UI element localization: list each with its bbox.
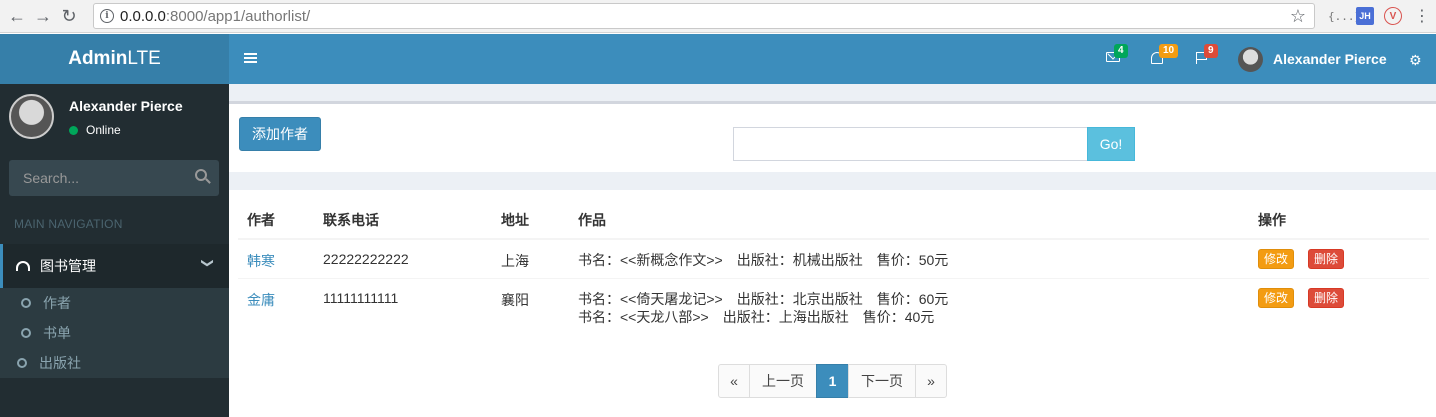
submenu: 作者 书单 出版社 (0, 288, 229, 378)
search-input[interactable] (733, 127, 1088, 161)
edit-button[interactable]: 修改 (1258, 287, 1295, 308)
actions-cell: 修改 删除 (1249, 277, 1429, 334)
chevron-down-icon: ❯ (200, 257, 215, 269)
last-page-button[interactable]: » (915, 364, 947, 398)
notifications-button[interactable]: 10 (1151, 44, 1179, 64)
column-header-phone: 联系电话 (314, 202, 492, 240)
author-link[interactable]: 金庸 (247, 292, 275, 308)
sidebar-user-name: Alexander Pierce (69, 98, 183, 114)
column-header-actions: 操作 (1249, 202, 1429, 240)
works-cell: 书名：<<新概念作文>> 出版社：机械出版社 售价：50元 (569, 238, 1249, 278)
sidebar-toggle-icon[interactable] (244, 53, 257, 65)
reload-icon[interactable]: ↻ (56, 3, 82, 29)
table-row: 韩寒 22222222222 上海 书名：<<新概念作文>> 出版社：机械出版社售… (238, 238, 1429, 278)
content-divider (229, 172, 1436, 190)
circle-icon (17, 358, 27, 368)
address-cell: 襄阳 (492, 277, 569, 334)
user-panel: Alexander Pierce Online (0, 84, 229, 154)
back-arrow-icon[interactable]: ← (4, 3, 30, 29)
status-dot-icon (69, 125, 78, 135)
tasks-button[interactable]: 9 (1196, 44, 1218, 64)
app-logo[interactable]: Admin LTE (0, 34, 229, 84)
edit-button[interactable]: 修改 (1258, 249, 1295, 269)
info-icon[interactable]: i (100, 9, 114, 23)
content-area: 添加作者 Go! 作者 联系电话 地址 作品 操作 韩寒 22222222222… (229, 84, 1436, 417)
dashboard-icon (16, 261, 30, 271)
forward-arrow-icon[interactable]: → (30, 3, 56, 29)
sidebar-search-input[interactable]: Search... (9, 160, 219, 196)
sidebar-item-book-management[interactable]: 图书管理 ❯ (0, 244, 229, 288)
browser-menu-icon[interactable]: ⋮ (1414, 7, 1430, 25)
actions-cell: 修改 删除 (1249, 238, 1429, 278)
sidebar-item-books[interactable]: 书单 (0, 318, 229, 348)
jh-extension-icon[interactable]: JH (1356, 7, 1374, 25)
pagination: « 上一页 1 下一页 » (718, 364, 947, 398)
work-item: 书名：<<新概念作文>> 出版社：机械出版社 售价：50元 (578, 252, 949, 268)
author-link[interactable]: 韩寒 (247, 253, 275, 269)
column-header-author: 作者 (238, 202, 314, 240)
content-divider (229, 84, 1436, 104)
sidebar-item-authors[interactable]: 作者 (0, 288, 229, 318)
column-header-works: 作品 (569, 202, 1249, 240)
current-page-button[interactable]: 1 (816, 364, 849, 398)
address-cell: 上海 (492, 238, 569, 278)
avatar (9, 94, 54, 139)
delete-button[interactable]: 删除 (1308, 287, 1345, 308)
next-page-button[interactable]: 下一页 (848, 364, 916, 398)
search-icon[interactable] (195, 169, 207, 181)
sidebar: Admin LTE Alexander Pierce Online Search.… (0, 34, 229, 417)
circle-icon (21, 328, 31, 338)
previous-page-button[interactable]: 上一页 (749, 364, 817, 398)
header-avatar[interactable] (1238, 47, 1263, 72)
add-author-button[interactable]: 添加作者 (239, 117, 321, 151)
delete-button[interactable]: 删除 (1308, 249, 1345, 269)
messages-button[interactable]: 4 (1106, 44, 1128, 62)
online-status[interactable]: Online (69, 123, 121, 137)
first-page-button[interactable]: « (718, 364, 750, 398)
header-user-name[interactable]: Alexander Pierce (1273, 51, 1387, 67)
bookmark-star-icon[interactable]: ☆ (1290, 6, 1306, 27)
notifications-badge: 10 (1159, 44, 1179, 58)
phone-cell: 22222222222 (314, 238, 492, 278)
address-bar[interactable]: i 0.0.0.0:8000/app1/authorlist/ ☆ (93, 3, 1315, 29)
gears-icon[interactable]: ⚙ (1409, 52, 1422, 69)
works-cell: 书名：<<倚天屠龙记>> 出版社：北京出版社 售价：60元 书名：<<天龙八部>> 出… (569, 277, 1249, 334)
column-header-address: 地址 (492, 202, 569, 240)
browser-toolbar: ← → ↻ i 0.0.0.0:8000/app1/authorlist/ ☆ … (0, 0, 1436, 33)
table-header-row: 作者 联系电话 地址 作品 操作 (238, 202, 1429, 240)
circle-icon (21, 298, 31, 308)
vivaldi-extension-icon[interactable]: V (1384, 7, 1402, 25)
url-text[interactable]: 0.0.0.0:8000/app1/authorlist/ (120, 8, 310, 25)
nav-header: MAIN NAVIGATION (14, 217, 123, 231)
work-item: 书名：<<天龙八部>> 出版社：上海出版社 售价：40元 (578, 308, 935, 325)
messages-badge: 4 (1114, 44, 1128, 58)
table-row: 金庸 11111111111 襄阳 书名：<<倚天屠龙记>> 出版社：北京出版社售… (238, 277, 1429, 334)
tasks-badge: 9 (1204, 44, 1218, 58)
top-navbar: 4 10 9 Alexander Pierce ⚙ (229, 34, 1436, 84)
sidebar-item-publishers[interactable]: 出版社 (0, 348, 229, 378)
phone-cell: 11111111111 (314, 277, 492, 334)
work-item: 书名：<<倚天屠龙记>> 出版社：北京出版社 售价：60元 (578, 290, 949, 307)
go-button[interactable]: Go! (1087, 127, 1135, 161)
author-table: 作者 联系电话 地址 作品 操作 韩寒 22222222222 上海 书名：<<… (238, 202, 1429, 334)
